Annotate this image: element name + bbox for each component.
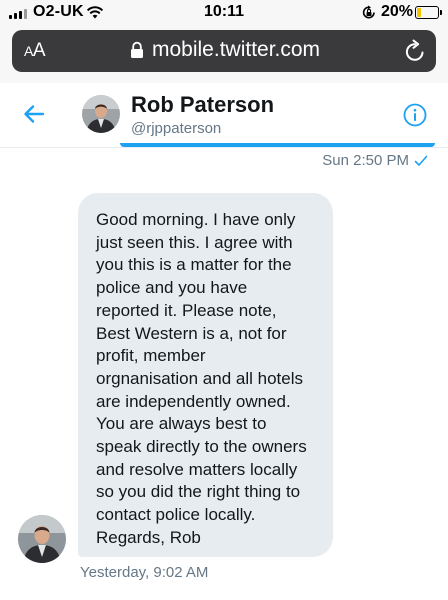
text-size-button[interactable]: AA xyxy=(24,40,46,62)
contact-handle: @rjppaterson xyxy=(131,120,222,137)
info-icon[interactable] xyxy=(403,103,427,127)
reload-icon[interactable] xyxy=(404,39,426,63)
received-message-bubble[interactable]: Good morning. I have only just seen this… xyxy=(78,193,333,557)
browser-chrome: O2-UK 10:11 20% AA mobile.twitter.com xyxy=(0,0,448,83)
back-arrow-icon[interactable] xyxy=(22,103,46,125)
sent-timestamp: Sun 2:50 PM xyxy=(322,152,409,169)
padlock-icon xyxy=(131,41,143,58)
sender-avatar[interactable] xyxy=(18,515,66,563)
avatar[interactable] xyxy=(82,95,120,133)
sent-message-bubble[interactable] xyxy=(120,143,435,147)
sent-message-meta: Sun 2:50 PM xyxy=(322,152,428,169)
address-bar[interactable]: AA mobile.twitter.com xyxy=(12,30,436,72)
read-check-icon xyxy=(414,155,428,166)
contact-name: Rob Paterson xyxy=(131,92,275,117)
conversation-header: Rob Paterson @rjppaterson xyxy=(0,83,448,148)
orientation-lock-icon xyxy=(362,5,375,19)
url-text[interactable]: mobile.twitter.com xyxy=(152,38,320,62)
battery-icon xyxy=(415,6,439,19)
battery-percentage: 20% xyxy=(381,3,414,20)
received-timestamp: Yesterday, 9:02 AM xyxy=(80,564,209,581)
status-bar: O2-UK 10:11 20% xyxy=(0,0,448,26)
